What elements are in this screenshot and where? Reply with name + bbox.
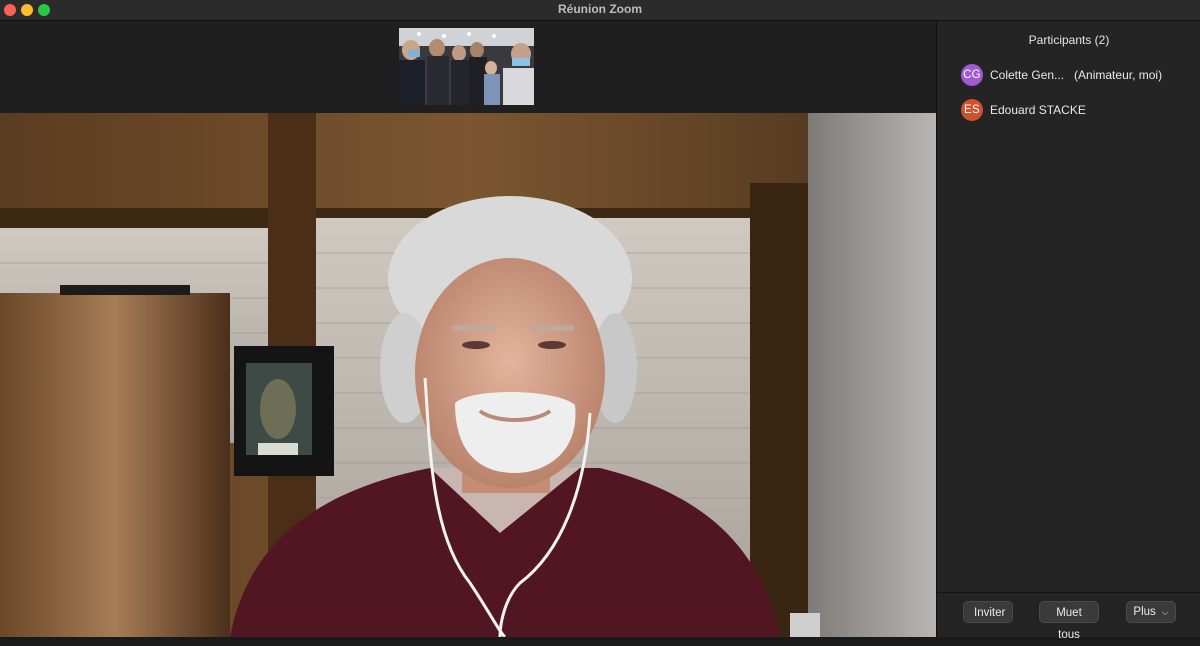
participant-row[interactable]: CG Colette Gen... (Animateur, moi)	[961, 64, 1162, 86]
thumbnail-strip	[0, 21, 936, 113]
participants-panel: Participants (2) CG Colette Gen... (Anim…	[936, 21, 1200, 641]
window-titlebar: Réunion Zoom	[0, 0, 1200, 21]
meeting-area	[0, 21, 936, 637]
participant-name: Edouard STACKE	[990, 103, 1086, 117]
mute-all-button[interactable]: Muet tous	[1039, 601, 1099, 641]
chevron-down-icon: ⌵	[1161, 607, 1169, 617]
more-options-label: Plus	[1133, 606, 1156, 618]
participant-role: (Animateur, moi)	[1074, 68, 1163, 82]
participants-panel-footer: Inviter Muet tous Plus ⌵	[937, 592, 1200, 641]
invite-button[interactable]: Inviter	[963, 601, 1013, 623]
participant-name: Colette Gen...	[990, 68, 1065, 82]
participant-avatar: ES	[961, 99, 983, 121]
window-title: Réunion Zoom	[558, 2, 642, 16]
active-speaker-video[interactable]	[0, 113, 936, 637]
participants-panel-title: Participants (2)	[1028, 33, 1110, 47]
participant-avatar: CG	[961, 64, 983, 86]
participant-row[interactable]: ES Edouard STACKE	[961, 99, 1086, 121]
more-options-button[interactable]: Plus ⌵	[1126, 601, 1176, 623]
group-photo-illustration	[399, 28, 534, 105]
speaker-video-illustration	[0, 113, 936, 637]
participant-thumbnail-video[interactable]	[399, 28, 534, 105]
